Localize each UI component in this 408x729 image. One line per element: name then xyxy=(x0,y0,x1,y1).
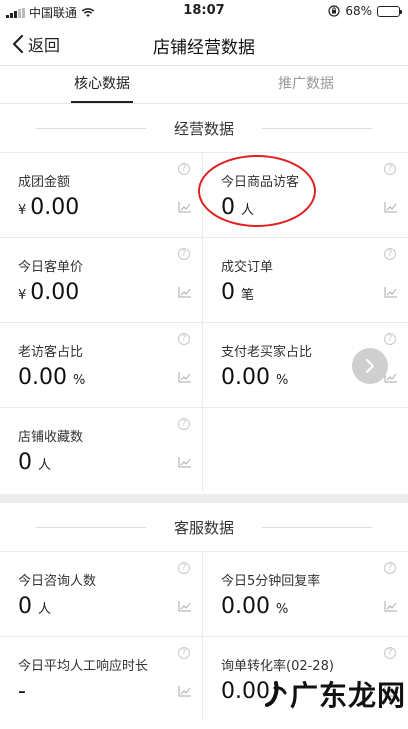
watermark-text: 广东龙网 xyxy=(290,679,407,712)
metric-value: ¥ 0.00 xyxy=(18,280,79,305)
metric-label: 老访客占比 xyxy=(18,345,84,360)
chevron-left-icon xyxy=(12,34,24,54)
metric-label: 成交订单 xyxy=(221,260,274,275)
metric-unit: 人 xyxy=(38,602,52,617)
status-right: 68% xyxy=(328,4,402,18)
question-circle-icon[interactable]: ? xyxy=(384,163,396,175)
metric-value: 0 笔 xyxy=(221,280,254,305)
metric-unit: % xyxy=(275,602,289,617)
battery-icon xyxy=(377,5,402,17)
metric-number: 0 xyxy=(18,450,32,475)
question-circle-icon[interactable]: ? xyxy=(178,418,190,430)
metric-prefix: ¥ xyxy=(18,288,27,303)
metric-value: 0.00 % xyxy=(221,594,288,619)
line-chart-icon[interactable] xyxy=(178,286,192,298)
tab-promotion-data[interactable]: 推广数据 xyxy=(204,66,408,103)
question-circle-icon[interactable]: ? xyxy=(178,163,190,175)
metric-value: - xyxy=(18,679,26,704)
metric-value: 0.00 xyxy=(221,679,270,704)
metric-cell: 今日平均人工响应时长 - ? xyxy=(0,636,203,721)
metric-number: 0 xyxy=(221,195,235,220)
next-page-button[interactable] xyxy=(352,348,388,384)
metric-unit: 笔 xyxy=(241,288,255,303)
back-button[interactable]: 返回 xyxy=(12,32,60,56)
section-title: 客服数据 xyxy=(173,519,234,537)
section-divider xyxy=(0,494,408,503)
metric-cell: 今日商品访客 0 人 ? xyxy=(203,152,408,237)
metric-label: 今日咨询人数 xyxy=(18,574,97,589)
metric-cell: 成交订单 0 笔 ? xyxy=(203,237,408,322)
question-circle-icon[interactable]: ? xyxy=(178,333,190,345)
metric-label: 今日5分钟回复率 xyxy=(221,574,321,589)
tab-core-data[interactable]: 核心数据 xyxy=(0,66,204,103)
question-circle-icon[interactable]: ? xyxy=(384,248,396,260)
metric-unit: 人 xyxy=(241,203,255,218)
question-circle-icon[interactable]: ? xyxy=(178,248,190,260)
section-header: 客服数据 xyxy=(0,503,408,551)
metric-number: 0.00 xyxy=(221,679,270,704)
line-chart-icon[interactable] xyxy=(384,600,398,612)
question-circle-icon[interactable]: ? xyxy=(178,562,190,574)
back-label: 返回 xyxy=(28,36,61,55)
metric-label: 询单转化率(02-28) xyxy=(221,659,334,674)
metric-number: 0 xyxy=(18,594,32,619)
question-circle-icon[interactable]: ? xyxy=(384,647,396,659)
line-chart-icon[interactable] xyxy=(178,600,192,612)
metric-value: 0 人 xyxy=(221,195,254,220)
section-header: 经营数据 xyxy=(0,104,408,152)
metric-value: 0 人 xyxy=(18,450,51,475)
metric-value: 0.00 % xyxy=(18,365,85,390)
nav-bar: 返回 店铺经营数据 xyxy=(0,22,408,66)
section-title: 经营数据 xyxy=(173,120,234,138)
orientation-lock-icon xyxy=(328,5,340,17)
line-chart-icon[interactable] xyxy=(178,371,192,383)
metric-unit: % xyxy=(72,373,86,388)
line-chart-icon[interactable] xyxy=(178,201,192,213)
status-bar: 中国联通 18:07 68% xyxy=(0,0,408,22)
metric-number: 0 xyxy=(221,280,235,305)
metric-label: 今日商品访客 xyxy=(221,175,300,190)
metric-cell: 成团金额 ¥ 0.00 ? xyxy=(0,152,203,237)
metric-label: 成团金额 xyxy=(18,175,71,190)
metric-number: 0.00 xyxy=(221,365,270,390)
metric-label: 支付老买家占比 xyxy=(221,345,313,360)
line-chart-icon[interactable] xyxy=(178,685,192,697)
question-circle-icon[interactable]: ? xyxy=(384,333,396,345)
metric-cell: 今日客单价 ¥ 0.00 ? xyxy=(0,237,203,322)
metric-cell: 今日5分钟回复率 0.00 % ? xyxy=(203,551,408,636)
metric-number: 0.00 xyxy=(221,594,270,619)
chevron-right-icon xyxy=(366,359,374,373)
page-title: 店铺经营数据 xyxy=(153,38,255,58)
metric-label: 店铺收藏数 xyxy=(18,430,84,445)
watermark-logo-icon xyxy=(265,681,287,707)
business-grid: 成团金额 ¥ 0.00 ? 今日商品访客 0 人 ? 今日客单价 ¥ 0.00 xyxy=(0,152,408,492)
metric-number: 0.00 xyxy=(30,195,80,220)
metric-label: 今日客单价 xyxy=(18,260,84,275)
business-data-section: 经营数据 成团金额 ¥ 0.00 ? 今日商品访客 0 人 ? 今日客单价 ¥ xyxy=(0,104,408,494)
metric-cell: 老访客占比 0.00 % ? xyxy=(0,322,203,407)
tab-bar: 核心数据 推广数据 xyxy=(0,66,408,104)
metric-number: 0.00 xyxy=(30,280,80,305)
metric-cell: 店铺收藏数 0 人 ? xyxy=(0,407,203,492)
metric-value: ¥ 0.00 xyxy=(18,195,79,220)
line-chart-icon[interactable] xyxy=(178,456,192,468)
metric-value: 0 人 xyxy=(18,594,51,619)
metric-number: - xyxy=(18,679,26,704)
metric-unit: % xyxy=(275,373,289,388)
metric-number: 0.00 xyxy=(18,365,67,390)
metric-label: 今日平均人工响应时长 xyxy=(18,659,149,674)
metric-unit: 人 xyxy=(38,458,52,473)
metric-cell: 今日咨询人数 0 人 ? xyxy=(0,551,203,636)
watermark: 广东龙网 xyxy=(264,674,406,714)
line-chart-icon[interactable] xyxy=(384,201,398,213)
metric-prefix: ¥ xyxy=(18,203,27,218)
battery-percent: 68% xyxy=(345,4,372,18)
question-circle-icon[interactable]: ? xyxy=(384,562,396,574)
question-circle-icon[interactable]: ? xyxy=(178,647,190,659)
empty-cell xyxy=(203,407,408,492)
line-chart-icon[interactable] xyxy=(384,286,398,298)
metric-value: 0.00 % xyxy=(221,365,288,390)
